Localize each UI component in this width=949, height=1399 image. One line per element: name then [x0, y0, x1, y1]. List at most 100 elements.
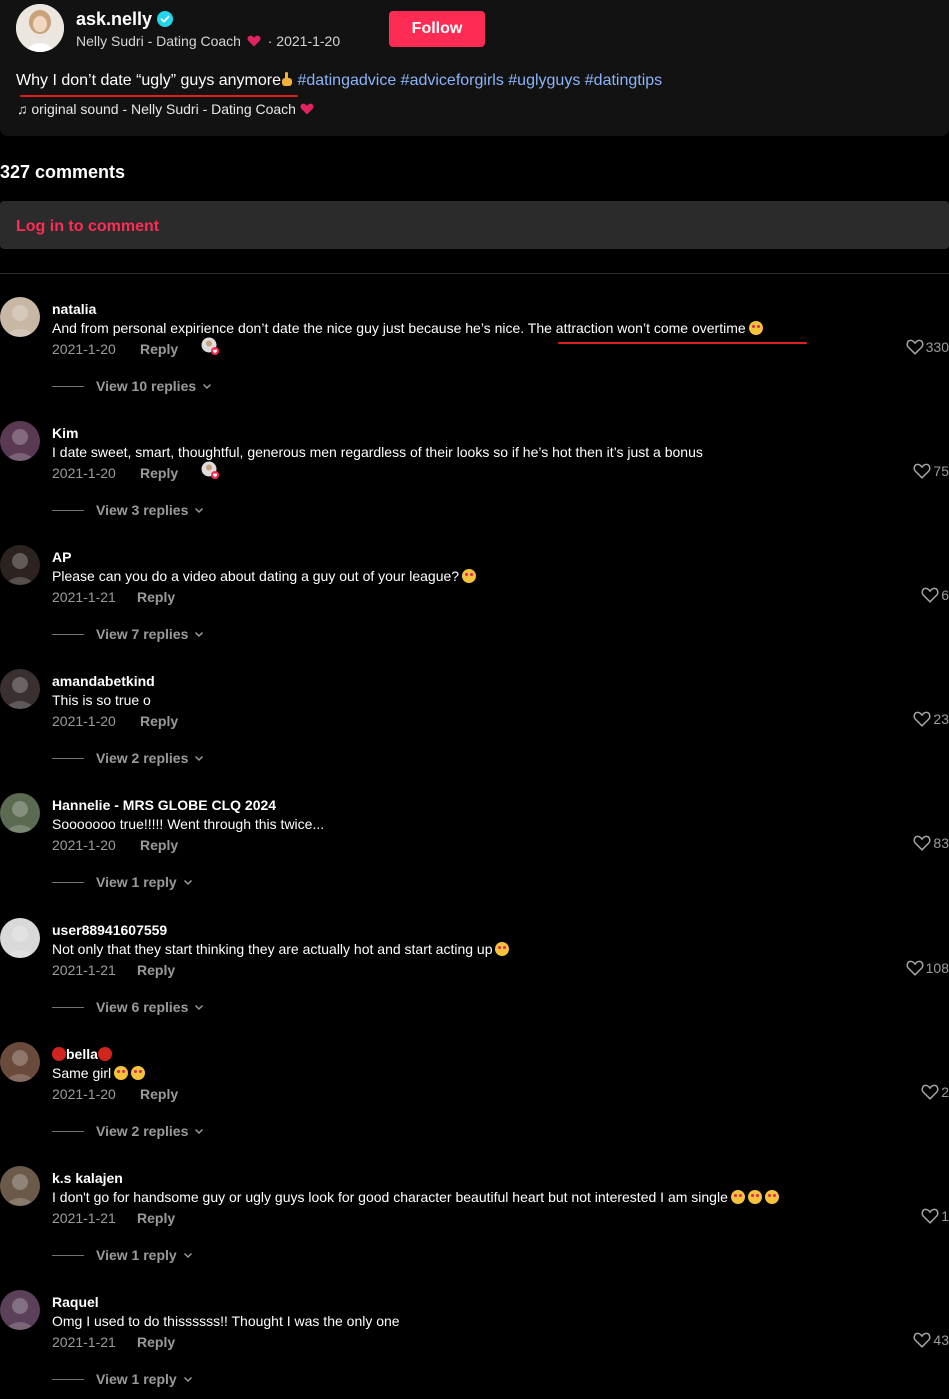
commenter-avatar[interactable]: [0, 421, 40, 461]
like-count: 108: [925, 960, 949, 976]
commenter-avatar[interactable]: [0, 793, 40, 833]
commenter-username[interactable]: k.s kalajen: [52, 1170, 123, 1186]
like-button[interactable]: 108: [906, 958, 949, 978]
comment-item: AP Please can you do a video about dating…: [0, 545, 949, 669]
comment-date: 2021-1-20: [52, 341, 116, 357]
comment-count: 327 comments: [0, 162, 126, 182]
reply-button[interactable]: Reply: [140, 713, 178, 729]
hashtag-link[interactable]: #datingadvice: [297, 72, 396, 89]
commenter-avatar[interactable]: [0, 1042, 40, 1082]
like-button[interactable]: 2: [921, 1082, 949, 1102]
view-replies-button[interactable]: View 2 replies: [52, 748, 204, 768]
commenter-avatar[interactable]: [0, 297, 40, 337]
reply-button[interactable]: Reply: [140, 465, 178, 481]
comment-date: 2021-1-20: [52, 713, 116, 729]
verified-badge-icon: [157, 11, 173, 27]
author-username[interactable]: ask.nelly: [76, 9, 152, 30]
like-button[interactable]: 75: [913, 461, 949, 481]
emoji-icon: [131, 1066, 146, 1080]
replies-divider-line: [52, 385, 84, 387]
reply-button[interactable]: Reply: [140, 837, 178, 853]
sound-title: original sound - Nelly Sudri - Dating Co…: [31, 101, 296, 117]
commenter-avatar[interactable]: [0, 545, 40, 585]
view-replies-label: View 3 replies: [96, 502, 189, 518]
comment-text: Please can you do a video about dating a…: [52, 568, 477, 584]
reply-button[interactable]: Reply: [137, 589, 175, 605]
reply-button[interactable]: Reply: [137, 962, 175, 978]
heart-outline-icon: [921, 587, 939, 603]
heart-outline-icon: [921, 1208, 939, 1224]
reply-button[interactable]: Reply: [140, 1086, 178, 1102]
commenter-username[interactable]: bella: [52, 1046, 112, 1062]
replies-divider-line: [52, 881, 84, 883]
author-nickname: Nelly Sudri - Dating Coach: [76, 33, 241, 49]
commenter-username[interactable]: Kim: [52, 425, 78, 441]
commenter-avatar[interactable]: [0, 1290, 40, 1330]
view-replies-button[interactable]: View 6 replies: [52, 997, 204, 1017]
view-replies-label: View 2 replies: [96, 1123, 189, 1139]
comment-item: k.s kalajen I don't go for handsome guy o…: [0, 1166, 949, 1290]
view-replies-label: View 10 replies: [96, 378, 197, 394]
like-count: 6: [941, 587, 949, 603]
commenter-username[interactable]: amandabetkind: [52, 673, 155, 689]
comment-date: 2021-1-21: [52, 1210, 116, 1226]
commenter-avatar[interactable]: [0, 1166, 40, 1206]
post-caption: Why I don’t date “ugly” guys anymore #da…: [16, 71, 662, 90]
login-to-comment-bar[interactable]: Log in to comment: [0, 201, 949, 249]
author-subtitle-row: Nelly Sudri - Dating Coach · 2021-1-20: [76, 33, 340, 49]
heart-emoji-icon: [247, 35, 261, 47]
like-count: 2: [941, 1084, 949, 1100]
comment-date: 2021-1-21: [52, 1334, 116, 1350]
hashtag-link[interactable]: #uglyguys: [508, 72, 580, 89]
post-header-card: ask.nelly Nelly Sudri - Dating Coach · 2…: [0, 0, 949, 136]
heart-outline-icon: [921, 1084, 939, 1100]
view-replies-button[interactable]: View 10 replies: [52, 376, 212, 396]
reply-button[interactable]: Reply: [140, 341, 178, 357]
view-replies-label: View 7 replies: [96, 626, 189, 642]
emoji-icon: [730, 1190, 745, 1204]
author-avatar[interactable]: [16, 4, 64, 52]
replies-divider-line: [52, 509, 84, 511]
view-replies-button[interactable]: View 7 replies: [52, 624, 204, 644]
like-button[interactable]: 83: [913, 833, 949, 853]
chevron-down-icon: [203, 383, 212, 390]
red-annotation-underline: [20, 95, 298, 97]
view-replies-button[interactable]: View 1 reply: [52, 872, 193, 892]
chevron-down-icon: [195, 631, 204, 638]
heart-outline-icon: [913, 463, 931, 479]
commenter-username[interactable]: Hannelie - MRS GLOBE CLQ 2024: [52, 797, 276, 813]
comment-item: user88941607559 Not only that they start …: [0, 918, 949, 1042]
commenter-username[interactable]: AP: [52, 549, 71, 565]
reply-button[interactable]: Reply: [137, 1210, 175, 1226]
like-button[interactable]: 23: [913, 709, 949, 729]
comment-item: Hannelie - MRS GLOBE CLQ 2024 Sooooooo tr…: [0, 793, 949, 917]
commenter-username[interactable]: user88941607559: [52, 922, 167, 938]
hashtag-link[interactable]: #adviceforgirls: [401, 72, 504, 89]
reply-button[interactable]: Reply: [137, 1334, 175, 1350]
comment-item: Raquel Omg I used to do thissssss!! Thoug…: [0, 1290, 949, 1399]
commenter-avatar[interactable]: [0, 918, 40, 958]
view-replies-button[interactable]: View 1 reply: [52, 1245, 193, 1265]
view-replies-button[interactable]: View 3 replies: [52, 500, 204, 520]
like-button[interactable]: 6: [921, 585, 949, 605]
view-replies-button[interactable]: View 2 replies: [52, 1121, 204, 1141]
like-count: 83: [933, 835, 949, 851]
view-replies-label: View 1 reply: [96, 874, 177, 890]
login-to-comment-link[interactable]: Log in to comment: [16, 218, 159, 236]
comment-date: 2021-1-20: [52, 1086, 116, 1102]
comment-text: This is so true o: [52, 692, 151, 708]
like-button[interactable]: 43: [913, 1330, 949, 1350]
commenter-username[interactable]: Raquel: [52, 1294, 99, 1310]
music-link[interactable]: ♫ original sound - Nelly Sudri - Dating …: [17, 101, 314, 117]
comment-text: And from personal expirience don’t date …: [52, 320, 763, 336]
liked-by-creator-icon: [201, 337, 219, 355]
commenter-username[interactable]: natalia: [52, 301, 96, 317]
comment-item: amandabetkind This is so true o 2021-1-20 R…: [0, 669, 949, 793]
view-replies-button[interactable]: View 1 reply: [52, 1369, 193, 1389]
replies-divider-line: [52, 1254, 84, 1256]
follow-button[interactable]: Follow: [389, 11, 485, 47]
commenter-avatar[interactable]: [0, 669, 40, 709]
hashtag-link[interactable]: #datingtips: [585, 72, 662, 89]
like-button[interactable]: 1: [921, 1206, 949, 1226]
like-button[interactable]: 330: [906, 337, 949, 357]
